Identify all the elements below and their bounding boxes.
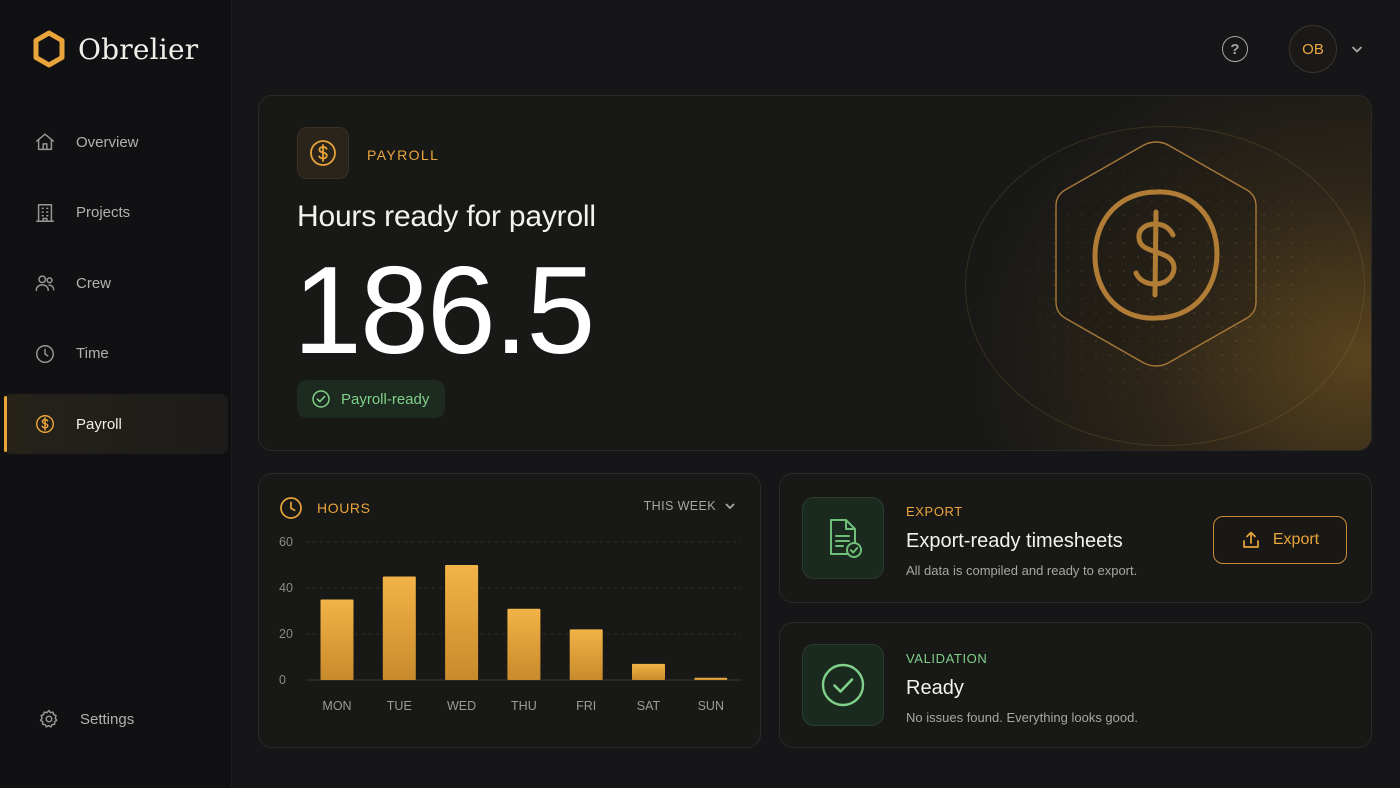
- export-card: EXPORT Export-ready timesheets All data …: [779, 473, 1372, 603]
- hero-title: Hours ready for payroll: [297, 200, 596, 233]
- app-logo[interactable]: Obrelier: [32, 30, 198, 68]
- status-label: Payroll-ready: [341, 390, 430, 408]
- x-tick-label: THU: [511, 699, 537, 713]
- check-circle-icon: [821, 663, 865, 707]
- validation-card: VALIDATION Ready No issues found. Everyt…: [779, 622, 1372, 748]
- chart-bar-sat[interactable]: [632, 663, 665, 680]
- dollar-icon: [310, 140, 336, 166]
- chart-bar-wed[interactable]: [445, 565, 479, 680]
- range-select[interactable]: THIS WEEK: [644, 499, 736, 513]
- sidebar-item-label: Payroll: [76, 415, 122, 433]
- validation-description: No issues found. Everything looks good.: [906, 710, 1138, 725]
- validation-kicker: VALIDATION: [906, 651, 988, 666]
- chart-bar-sun[interactable]: [694, 677, 728, 680]
- document-check-icon: [830, 519, 862, 558]
- chart-bar-mon[interactable]: [320, 599, 354, 681]
- sidebar-item-overview[interactable]: Overview: [4, 112, 228, 172]
- sidebar-item-crew[interactable]: Crew: [4, 253, 228, 313]
- sidebar-item-label: Time: [76, 345, 109, 362]
- export-kicker: EXPORT: [906, 504, 963, 519]
- y-tick-label: 20: [279, 627, 293, 641]
- check-circle-icon: [312, 390, 330, 408]
- sidebar-item-projects[interactable]: Projects: [4, 183, 228, 243]
- chart-bar-fri[interactable]: [569, 629, 603, 680]
- dollar-icon: [34, 413, 56, 435]
- y-tick-label: 40: [279, 581, 293, 595]
- hours-chart-card: 0 20 40 60 MON TUE WED THU FRI SAT SUN HOURS THIS …: [258, 473, 761, 748]
- sidebar-item-payroll[interactable]: Payroll: [4, 394, 228, 454]
- avatar[interactable]: OB: [1289, 25, 1337, 73]
- y-tick-label: 60: [279, 535, 293, 549]
- x-tick-label: SUN: [698, 699, 724, 713]
- x-tick-label: WED: [447, 699, 476, 713]
- x-tick-label: MON: [322, 699, 351, 713]
- users-icon: [34, 272, 56, 294]
- building-icon: [34, 202, 56, 224]
- chevron-down-icon: [725, 503, 735, 510]
- status-badge: Payroll-ready: [297, 380, 446, 418]
- sidebar: Obrelier Overview Projects Crew Time Pay…: [0, 0, 232, 788]
- x-tick-label: TUE: [387, 699, 412, 713]
- sidebar-item-settings[interactable]: Settings: [8, 689, 232, 749]
- hexagon-dollar-illustration-icon: [1055, 141, 1257, 367]
- sidebar-item-label: Crew: [76, 274, 112, 292]
- x-tick-label: SAT: [637, 699, 661, 713]
- sidebar-item-time[interactable]: Time: [4, 324, 228, 384]
- help-glyph: ?: [1230, 40, 1240, 58]
- avatar-initials: OB: [1302, 40, 1324, 58]
- payroll-badge: [297, 127, 349, 179]
- validation-title: Ready: [906, 677, 964, 699]
- sidebar-item-label: Overview: [76, 133, 139, 151]
- hero-kicker: PAYROLL: [367, 147, 440, 163]
- app-name: Obrelier: [78, 32, 199, 66]
- upload-icon: [1243, 531, 1259, 548]
- hours-card-header: HOURS: [279, 496, 371, 520]
- sidebar-item-label: Projects: [76, 204, 131, 221]
- range-select-label: THIS WEEK: [643, 499, 716, 513]
- export-icon-tile: [802, 497, 884, 579]
- hours-card-title: HOURS: [317, 500, 371, 516]
- chart-bar-tue[interactable]: [382, 576, 416, 681]
- y-tick-label: 0: [279, 673, 286, 687]
- export-description: All data is compiled and ready to export…: [906, 563, 1138, 578]
- home-icon: [34, 131, 56, 153]
- export-title: Export-ready timesheets: [906, 530, 1123, 552]
- gear-icon: [38, 708, 60, 730]
- help-icon[interactable]: ?: [1222, 36, 1248, 62]
- validation-icon-tile: [802, 644, 884, 726]
- payroll-hero-card: PAYROLL Hours ready for payroll 186.5 Pa…: [258, 95, 1372, 451]
- x-tick-label: FRI: [576, 699, 596, 713]
- account-menu-chevron-down-icon[interactable]: [1350, 42, 1364, 56]
- sidebar-nav: Overview Projects Crew Time Payroll: [0, 112, 232, 465]
- clock-icon: [34, 343, 56, 365]
- settings-label: Settings: [80, 710, 135, 728]
- export-button-label: Export: [1272, 531, 1320, 548]
- hexagon-logo-icon: [33, 30, 65, 68]
- export-button[interactable]: Export: [1213, 516, 1347, 564]
- chart-bar-thu[interactable]: [507, 608, 541, 680]
- clock-icon: [280, 497, 302, 519]
- hours-total-value: 186.5: [293, 242, 595, 380]
